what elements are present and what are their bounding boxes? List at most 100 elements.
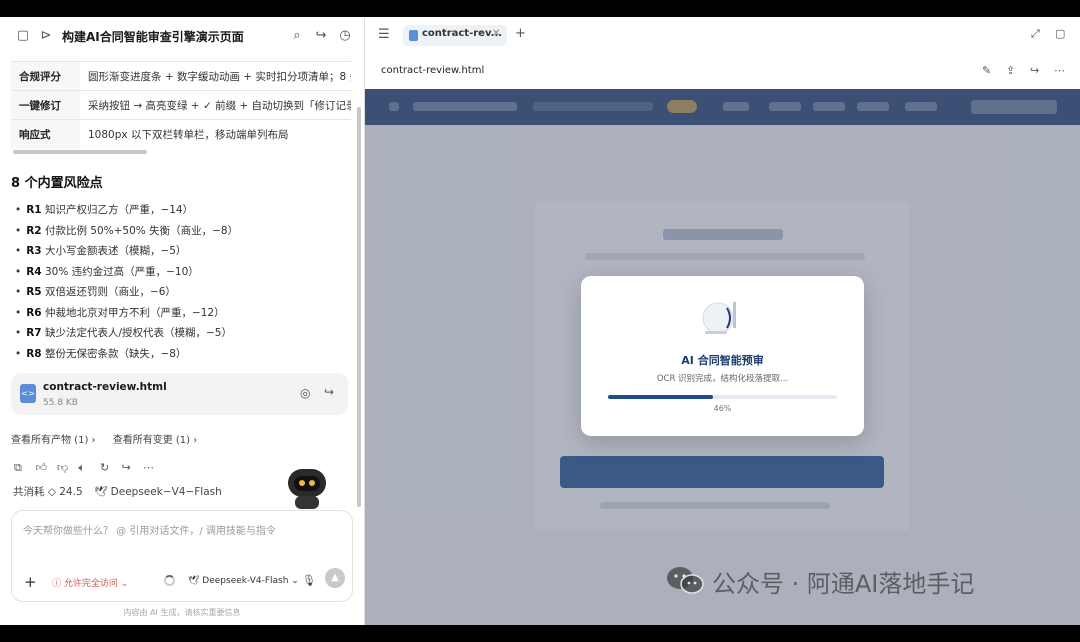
artifact-links: 查看所有产物 (1) › 查看所有变更 (1) › (11, 431, 211, 446)
risk-text: 缺少法定代表人/授权代表（模糊，−5） (44, 327, 232, 339)
list-item: R1 知识产权归乙方（严重，−14） (15, 200, 238, 221)
risk-id: R3 (26, 245, 42, 257)
top-bezel (0, 0, 1080, 17)
regenerate-icon[interactable]: ↻ (100, 461, 122, 474)
more-icon[interactable]: ⋯ (143, 461, 165, 474)
risk-text: 仲裁地北京对甲方不利（严重，−12） (44, 306, 225, 319)
share-icon[interactable]: ↪ (122, 461, 144, 474)
chat-header: ▢ ⊳ 构建AI合同智能审查引擎演示页面 ⌕ ↪ ◷ (0, 17, 364, 55)
file-path: contract-review.html (381, 65, 485, 76)
list-item: R7 缺少法定代表人/授权代表（模糊，−5） (15, 323, 238, 344)
sidebar-toggle-icon[interactable]: ▢ (15, 28, 31, 44)
risk-id: R8 (26, 347, 42, 360)
add-attachment-icon[interactable]: + (24, 573, 37, 591)
view-artifacts-link[interactable]: 查看所有产物 (1) › (11, 435, 96, 446)
new-tab-icon[interactable]: + (515, 26, 526, 41)
risk-text: 知识产权归乙方（严重，−14） (44, 204, 194, 216)
send-button[interactable]: ▲ (325, 568, 345, 588)
message-composer[interactable]: 今天帮你做些什么？ @ 引用对话文件，/ 调用技能与指令 + ⓘ 允许完全访问 … (11, 510, 353, 602)
permission-select[interactable]: ⓘ 允许完全访问 ⌄ (52, 576, 128, 589)
tab-bar: ☰ contract-rev... ✕ + ⤢ ▢ (365, 17, 1080, 55)
thumbs-down-icon[interactable]: 👎︎ (57, 461, 79, 474)
progress-track (608, 395, 837, 399)
chat-panel: ▢ ⊳ 构建AI合同智能审查引擎演示页面 ⌕ ↪ ◷ 合规评分 圆形渐变进度条 … (0, 17, 364, 625)
bottom-bezel (0, 625, 1080, 642)
conversation-title: 构建AI合同智能审查引擎演示页面 (62, 30, 244, 44)
edit-icon[interactable]: ✎ (982, 64, 991, 77)
composer-input[interactable]: 今天帮你做些什么？ @ 引用对话文件，/ 调用技能与指令 (23, 522, 276, 537)
share-icon[interactable]: ↪ (313, 28, 329, 44)
thumbs-up-icon[interactable]: 👍︎ (36, 461, 58, 474)
share-icon[interactable]: ↪ (324, 385, 334, 399)
panel-toggle-icon[interactable]: ▢ (1055, 27, 1065, 40)
permission-label: 允许完全访问 ⌄ (63, 579, 129, 589)
loading-modal: AI 合同智能预审 OCR 识别完成，结构化段落提取... 46% (581, 276, 864, 436)
menu-icon[interactable]: ☰ (378, 27, 390, 42)
list-item: R3 大小写金额表述（模糊，−5） (15, 241, 238, 262)
modal-status: OCR 识别完成，结构化段落提取... (656, 374, 789, 384)
share-icon[interactable]: ↪ (1030, 64, 1039, 77)
risk-text: 大小写金额表述（模糊，−5） (44, 245, 187, 257)
model-label: 🕊︎ Deepseek−V4−Flash (93, 486, 222, 498)
model-select-label: Deepseek-V4-Flash ⌄ (202, 576, 299, 586)
upload-icon[interactable]: ⇪ (1006, 64, 1015, 77)
risk-text: 付款比例 50%+50% 失衡（商业，−8） (44, 224, 239, 237)
risk-text: 整份无保密条款（缺失，−8） (44, 347, 187, 360)
table-key: 响应式 (11, 119, 80, 149)
progress-percent: 46% (713, 404, 732, 413)
risk-list: R1 知识产权归乙方（严重，−14） R2 付款比例 50%+50% 失衡（商业… (15, 200, 238, 364)
list-item: R4 30% 违约金过高（严重，−10） (15, 262, 238, 283)
list-item: R2 付款比例 50%+50% 失衡（商业，−8） (15, 221, 238, 242)
microphone-icon[interactable]: 🎙︎ (302, 574, 316, 587)
model-name: Deepseek−V4−Flash (110, 486, 222, 498)
progress-fill (608, 395, 714, 399)
risk-id: R5 (26, 286, 42, 298)
close-tab-icon[interactable]: ✕ (492, 28, 500, 39)
file-attachment-card[interactable]: <> contract-review.html 55.8 KB ◎ ↪ (11, 373, 348, 415)
file-size: 55.8 KB (43, 398, 78, 408)
risk-id: R1 (26, 204, 42, 216)
usage-info: 共消耗 ◇ 24.5 🕊︎ Deepseek−V4−Flash (13, 484, 222, 499)
play-icon[interactable]: ⊳ (38, 28, 54, 44)
history-icon[interactable]: ◷ (337, 28, 353, 44)
risk-id: R6 (26, 306, 42, 319)
ai-scan-icon (702, 302, 736, 334)
table-value: 圆形渐变进度条 + 数字缓动动画 + 实时扣分项清单；8 条 (80, 61, 351, 91)
watermark-text: 公众号 · 阿通AI落地手记 (712, 570, 975, 598)
ai-disclaimer: 内容由 AI 生成，请核实重要信息 (123, 608, 241, 617)
html-file-icon (409, 30, 418, 41)
copy-icon[interactable]: ⧉ (14, 461, 36, 475)
table-row: 响应式 1080px 以下双栏转单栏，移动端单列布局 (11, 119, 351, 149)
robot-mascot-icon (282, 466, 332, 511)
html-file-icon: <> (20, 384, 36, 403)
message-actions: ⧉ 👍︎ 👎︎ 🔈︎ ↻ ↪ ⋯ (14, 461, 165, 475)
table-row: 一键修订 采纳按钮 → 高亮变绿 + ✓ 前缀 + 自动切换到「修订记录」 (11, 90, 351, 120)
chat-scrollbar[interactable] (357, 107, 361, 507)
wechat-icon (667, 567, 704, 594)
feature-table: 合规评分 圆形渐变进度条 + 数字缓动动画 + 实时扣分项清单；8 条 一键修订… (11, 61, 351, 149)
list-item: R6 仲裁地北京对甲方不利（严重，−12） (15, 303, 238, 324)
table-key: 一键修订 (11, 90, 80, 120)
speaker-icon[interactable]: 🔈︎ (79, 461, 101, 475)
tab-contract-review[interactable]: contract-rev... ✕ (403, 25, 507, 46)
expand-icon[interactable]: ⤢ (1031, 27, 1040, 41)
table-key: 合规评分 (11, 61, 80, 91)
token-cost: 共消耗 ◇ 24.5 (13, 486, 83, 498)
preview-icon[interactable]: ◎ (300, 386, 310, 400)
list-item: R8 整份无保密条款（缺失，−8） (15, 344, 238, 365)
file-toolbar: contract-review.html ✎ ⇪ ↪ ⋯ (365, 55, 1080, 89)
more-icon[interactable]: ⋯ (1054, 64, 1065, 77)
preview-panel: ☰ contract-rev... ✕ + ⤢ ▢ contract-revie… (365, 17, 1080, 625)
risk-id: R2 (26, 224, 42, 237)
risk-id: R7 (26, 327, 42, 339)
modal-title: AI 合同智能预审 (681, 354, 764, 367)
risk-text: 30% 违约金过高（严重，−10） (44, 265, 199, 278)
table-row: 合规评分 圆形渐变进度条 + 数字缓动动画 + 实时扣分项清单；8 条 (11, 61, 351, 91)
view-changes-link[interactable]: 查看所有变更 (1) › (113, 435, 198, 446)
list-item: R5 双倍返还罚则（商业，−6） (15, 282, 238, 303)
table-horizontal-scrollbar[interactable] (13, 150, 147, 154)
model-select[interactable]: 🕊︎ Deepseek-V4-Flash ⌄ (188, 576, 299, 586)
table-value: 1080px 以下双栏转单栏，移动端单列布局 (80, 119, 351, 149)
search-icon[interactable]: ⌕ (289, 28, 305, 44)
file-name: contract-review.html (43, 381, 167, 393)
